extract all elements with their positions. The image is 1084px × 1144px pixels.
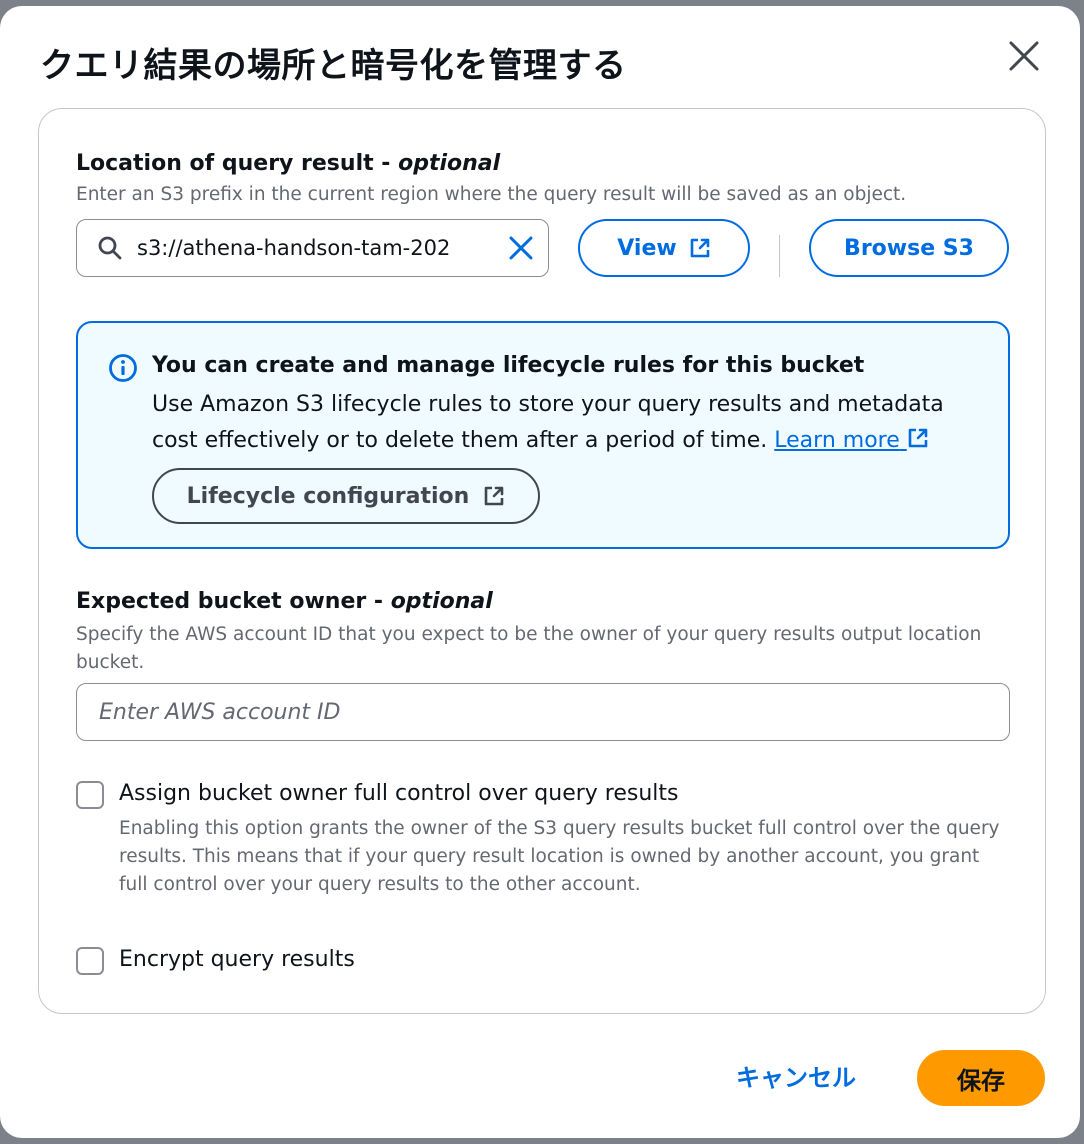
view-button[interactable]: View bbox=[578, 219, 750, 277]
external-link-icon bbox=[485, 486, 504, 506]
location-label: Location of query result - optional bbox=[76, 151, 501, 176]
dialog-title: クエリ結果の場所と暗号化を管理する bbox=[40, 46, 627, 86]
location-search-input[interactable]: s3://athena-handson-tam-202 bbox=[76, 219, 549, 277]
location-value[interactable]: s3://athena-handson-tam-202 bbox=[137, 236, 508, 260]
external-link-icon bbox=[908, 428, 928, 448]
close-icon bbox=[1009, 41, 1039, 71]
save-button[interactable]: 保存 bbox=[917, 1050, 1045, 1106]
full-control-checkbox[interactable] bbox=[76, 781, 104, 809]
browse-s3-label: Browse S3 bbox=[844, 235, 974, 261]
full-control-label[interactable]: Assign bucket owner full control over qu… bbox=[119, 781, 679, 806]
owner-label: Expected bucket owner - optional bbox=[76, 589, 493, 614]
info-body: Use Amazon S3 lifecycle rules to store y… bbox=[152, 392, 944, 453]
settings-panel: Location of query result - optional Ente… bbox=[38, 108, 1046, 1014]
view-button-label: View bbox=[617, 235, 677, 261]
learn-more-link[interactable]: Learn more bbox=[774, 428, 928, 453]
dialog: クエリ結果の場所と暗号化を管理する Location of query resu… bbox=[0, 6, 1080, 1138]
button-divider bbox=[779, 235, 780, 277]
full-control-description: Enabling this option grants the owner of… bbox=[119, 818, 1000, 895]
info-title: You can create and manage lifecycle rule… bbox=[152, 353, 865, 378]
cancel-button[interactable]: キャンセル bbox=[736, 1058, 856, 1093]
search-icon bbox=[98, 236, 122, 260]
account-id-input[interactable] bbox=[99, 699, 987, 725]
clear-icon[interactable] bbox=[508, 235, 534, 261]
close-button[interactable] bbox=[1004, 36, 1044, 76]
lifecycle-configuration-button[interactable]: Lifecycle configuration bbox=[152, 468, 540, 524]
owner-description: Specify the AWS account ID that you expe… bbox=[76, 624, 982, 673]
location-description: Enter an S3 prefix in the current region… bbox=[76, 184, 907, 205]
lifecycle-info-alert: You can create and manage lifecycle rule… bbox=[76, 321, 1010, 549]
encrypt-label[interactable]: Encrypt query results bbox=[119, 947, 355, 972]
browse-s3-button[interactable]: Browse S3 bbox=[809, 219, 1009, 277]
account-id-field[interactable] bbox=[76, 683, 1010, 741]
encrypt-checkbox[interactable] bbox=[76, 947, 104, 975]
info-icon bbox=[109, 354, 137, 382]
external-link-icon bbox=[690, 238, 710, 258]
